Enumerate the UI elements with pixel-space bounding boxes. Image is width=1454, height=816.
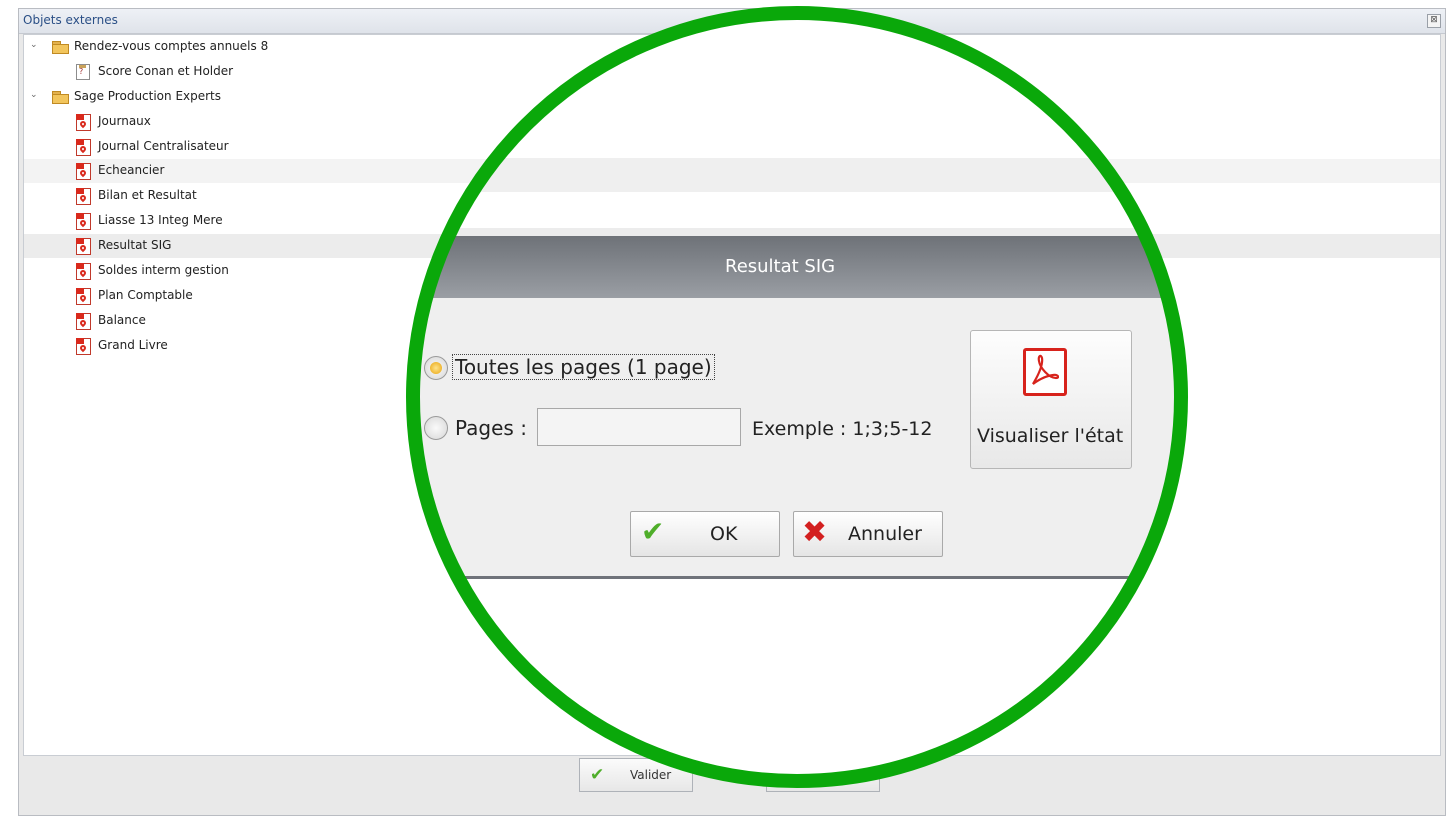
cancel-button[interactable]: ✖ Annuler	[793, 511, 943, 557]
checkmark-icon: ✔	[641, 515, 665, 548]
folder-icon	[52, 91, 69, 104]
tree-item-label: Score Conan et Holder	[98, 64, 234, 78]
magnifier-view: Resultat SIG Toutes les pages (1 page) P…	[418, 18, 1176, 776]
tree-item-label: Soldes interm gestion	[98, 263, 229, 277]
all-pages-radio[interactable]	[424, 356, 448, 380]
tree-item-label: Plan Comptable	[98, 288, 193, 302]
row-stripe	[418, 158, 1176, 192]
pages-label: Pages :	[455, 416, 527, 440]
folder-icon	[52, 41, 69, 54]
pdf-icon	[76, 238, 91, 255]
ok-label: OK	[710, 523, 738, 545]
pdf-icon	[76, 288, 91, 305]
close-icon[interactable]: ⊠	[1427, 14, 1441, 28]
chevron-down-icon[interactable]: ⌄	[30, 41, 38, 50]
window-title: Objets externes	[23, 13, 118, 27]
chevron-down-icon[interactable]: ⌄	[30, 91, 38, 100]
tree-item-label: Resultat SIG	[98, 238, 172, 252]
pdf-icon	[76, 213, 91, 230]
cancel-label: Annuler	[848, 523, 922, 545]
tree-item-label: Sage Production Experts	[74, 89, 222, 103]
preview-report-label: Visualiser l'état	[977, 425, 1124, 447]
pdf-icon	[76, 263, 91, 280]
tree-item-label: Grand Livre	[98, 338, 168, 352]
pages-radio[interactable]	[424, 416, 448, 440]
pages-example: Exemple : 1;3;5-12	[752, 418, 933, 440]
tree-item-label: Echeancier	[98, 163, 165, 177]
tree-item-label: Liasse 13 Integ Mere	[98, 213, 223, 227]
pdf-icon	[76, 313, 91, 330]
pdf-icon	[76, 114, 91, 131]
pdf-icon	[1023, 348, 1067, 396]
pdf-icon	[76, 163, 91, 180]
pdf-icon	[76, 139, 91, 156]
document-icon	[76, 64, 90, 80]
pdf-icon	[76, 338, 91, 355]
pages-input[interactable]	[537, 408, 741, 446]
tree-item-label: Journal Centralisateur	[98, 139, 229, 153]
tree-item-label: Journaux	[98, 114, 151, 128]
all-pages-label[interactable]: Toutes les pages (1 page)	[452, 354, 715, 380]
tree-item-label: Bilan et Resultat	[98, 188, 197, 202]
pdf-icon	[76, 188, 91, 205]
preview-report-button[interactable]: Visualiser l'état	[970, 330, 1132, 469]
tree-item-label: Rendez-vous comptes annuels 8	[74, 39, 269, 53]
tree-item-label: Balance	[98, 313, 146, 327]
cross-icon: ✖	[802, 515, 828, 550]
dialog-title: Resultat SIG	[725, 256, 836, 277]
ok-button[interactable]: ✔ OK	[630, 511, 780, 557]
dialog-header: Resultat SIG	[418, 236, 1176, 298]
